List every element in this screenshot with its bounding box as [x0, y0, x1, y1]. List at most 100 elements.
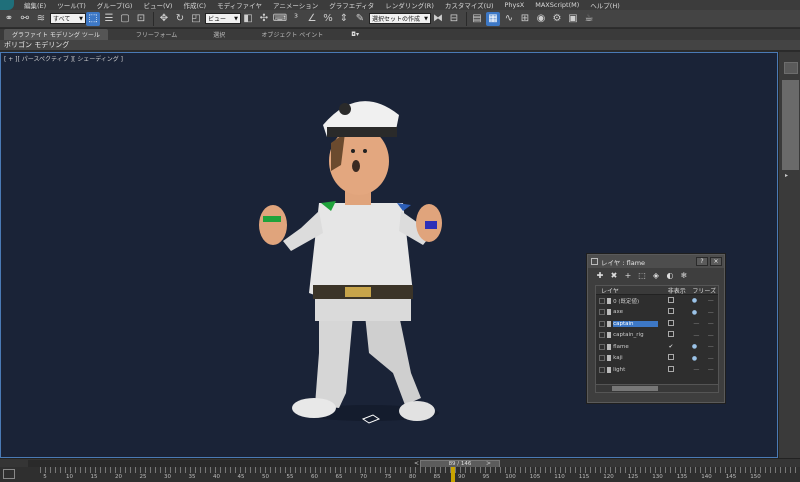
highlight-layer-icon[interactable]: ◈	[651, 270, 661, 280]
selection-filter-dropdown[interactable]: すべて ▼	[50, 13, 86, 24]
help-button[interactable]: ?	[696, 257, 708, 266]
snap-toggle-icon[interactable]: ³	[289, 12, 303, 26]
rect-selection-icon[interactable]: ▢	[118, 12, 132, 26]
ribbon-minimize-icon[interactable]: ◘▾	[351, 31, 359, 38]
layer-row-selected[interactable]: captain — —	[596, 318, 718, 330]
menu-create[interactable]: 作成(C)	[183, 0, 206, 10]
select-manipulate-icon[interactable]: ✣	[257, 12, 271, 26]
percent-snap-icon[interactable]: %	[321, 12, 335, 26]
freeze-toggle[interactable]: —	[704, 355, 718, 362]
link-icon[interactable]: ⚭	[2, 12, 16, 26]
named-selection-dropdown[interactable]: 選択セットの作成 ▼	[369, 13, 431, 24]
menu-graph-editors[interactable]: グラフエディタ	[329, 0, 374, 10]
freeze-toggle[interactable]: —	[704, 309, 718, 316]
freeze-toggle[interactable]: —	[704, 366, 718, 373]
layer-row[interactable]: captain_rig — —	[596, 330, 718, 342]
select-scale-icon[interactable]: ◰	[189, 12, 203, 26]
track-bar[interactable]: 5 10 15 20 25 30 35 40 45 50 55 60 65 70 75 80 85 90 95 100…	[0, 467, 800, 482]
layer-name[interactable]: axe	[613, 309, 658, 315]
menu-edit[interactable]: 編集(E)	[24, 0, 46, 10]
menu-maxscript[interactable]: MAXScript(M)	[535, 1, 579, 9]
render-production-icon[interactable]: ☕	[582, 12, 596, 26]
freeze-all-icon[interactable]: ❄	[679, 270, 689, 280]
menu-help[interactable]: ヘルプ(H)	[590, 0, 619, 10]
mini-curve-editor-icon[interactable]	[3, 469, 15, 479]
edit-named-selection-icon[interactable]: ✎	[353, 12, 367, 26]
close-button[interactable]: ×	[710, 257, 722, 266]
render-bulb-icon[interactable]: ●	[685, 343, 703, 350]
hide-checkbox[interactable]	[667, 296, 674, 303]
select-in-layer-icon[interactable]: ⬚	[637, 270, 647, 280]
scrollbar-thumb[interactable]	[612, 386, 658, 391]
freeze-toggle[interactable]: —	[704, 297, 718, 304]
hide-all-icon[interactable]: ◐	[665, 270, 675, 280]
expand-icon[interactable]	[599, 366, 605, 373]
ribbon-panel-label[interactable]: ポリゴン モデリング	[4, 40, 69, 50]
select-rotate-icon[interactable]: ↻	[173, 12, 187, 26]
bind-space-warp-icon[interactable]: ≋	[34, 12, 48, 26]
render-toggle[interactable]: —	[689, 332, 703, 339]
expand-icon[interactable]	[599, 355, 605, 362]
expand-icon[interactable]	[599, 332, 605, 339]
tab-selection[interactable]: 選択	[205, 29, 233, 40]
expand-icon[interactable]	[599, 297, 605, 304]
render-toggle[interactable]: —	[689, 366, 703, 373]
panel-rollout[interactable]	[782, 80, 799, 170]
unlink-icon[interactable]: ⚯	[18, 12, 32, 26]
render-bulb-icon[interactable]: ●	[685, 355, 703, 362]
panel-button[interactable]	[784, 62, 798, 74]
layer-name[interactable]: captain_rig	[613, 332, 658, 338]
menu-group[interactable]: グループ(G)	[97, 0, 133, 10]
panel-collapse-icon[interactable]: ▸	[785, 172, 788, 179]
layer-row[interactable]: axe ● —	[596, 307, 718, 319]
tab-graphite-modeling[interactable]: グラファイト モデリング ツール	[4, 29, 108, 40]
hide-checkbox[interactable]	[667, 354, 674, 361]
menu-animation[interactable]: アニメーション	[273, 0, 318, 10]
render-bulb-icon[interactable]: ●	[685, 309, 703, 316]
menu-view[interactable]: ビュー(V)	[143, 0, 172, 10]
layer-row[interactable]: light — —	[596, 364, 718, 376]
freeze-toggle[interactable]: —	[704, 343, 718, 350]
render-setup-icon[interactable]: ⚙	[550, 12, 564, 26]
angle-snap-icon[interactable]: ∠	[305, 12, 319, 26]
freeze-toggle[interactable]: —	[704, 332, 718, 339]
hide-checkbox[interactable]	[667, 365, 674, 372]
layer-row[interactable]: kaji ● —	[596, 353, 718, 365]
hide-checkbox[interactable]	[667, 308, 674, 315]
pivot-center-icon[interactable]: ◧	[241, 12, 255, 26]
menu-rendering[interactable]: レンダリング(R)	[385, 0, 434, 10]
select-move-icon[interactable]: ✥	[157, 12, 171, 26]
freeze-toggle[interactable]: —	[704, 320, 718, 327]
spinner-snap-icon[interactable]: ⇕	[337, 12, 351, 26]
layer-row[interactable]: flame ✔ ● —	[596, 341, 718, 353]
add-to-layer-icon[interactable]: +	[623, 270, 633, 280]
app-logo-icon[interactable]	[0, 0, 14, 10]
layer-name[interactable]: 0 (既定値)	[613, 297, 658, 305]
col-hide[interactable]: 非表示	[663, 286, 691, 295]
new-layer-icon[interactable]: ✚	[595, 270, 605, 280]
next-frame-button[interactable]: >	[486, 460, 491, 467]
layer-name[interactable]: flame	[613, 344, 658, 350]
prev-frame-button[interactable]: <	[414, 460, 419, 467]
layer-name[interactable]: kaji	[613, 355, 658, 361]
expand-icon[interactable]	[599, 343, 605, 350]
time-slider-track[interactable]: < 89 / 146 >	[28, 460, 500, 468]
layer-name[interactable]: captain	[613, 320, 659, 327]
render-bulb-icon[interactable]: ●	[685, 297, 703, 304]
layer-row[interactable]: 0 (既定値) ● —	[596, 295, 718, 307]
window-crossing-icon[interactable]: ⊡	[134, 12, 148, 26]
tab-freeform[interactable]: フリーフォーム	[128, 29, 185, 40]
expand-icon[interactable]	[599, 320, 605, 327]
select-by-name-icon[interactable]: ☰	[102, 12, 116, 26]
mirror-icon[interactable]: ⧓	[431, 12, 445, 26]
reference-coord-dropdown[interactable]: ビュー ▼	[205, 13, 241, 24]
schematic-view-icon[interactable]: ⊞	[518, 12, 532, 26]
layer-manager-icon[interactable]: ▤	[470, 12, 484, 26]
tab-object-paint[interactable]: オブジェクト ペイント	[253, 29, 331, 40]
menu-customize[interactable]: カスタマイズ(U)	[445, 0, 494, 10]
curve-editor-icon[interactable]: ∿	[502, 12, 516, 26]
menu-physx[interactable]: PhysX	[505, 1, 525, 9]
active-layer-check-icon[interactable]: ✔	[666, 344, 675, 350]
dialog-title-bar[interactable]: レイヤ : flame ? ×	[588, 255, 724, 268]
perspective-viewport[interactable]: [ + ][ パースペクティブ ][ シェーディング ] レイヤ: flame…	[0, 52, 778, 458]
